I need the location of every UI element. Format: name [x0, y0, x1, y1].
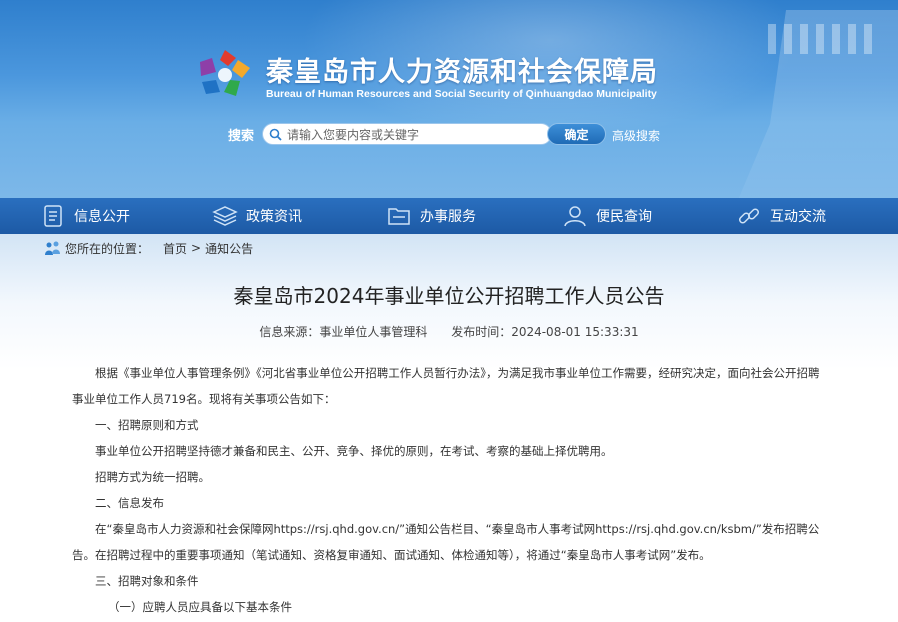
breadcrumb-prefix: 您所在的位置： [65, 241, 150, 256]
nav-item-label: 便民查询 [596, 209, 652, 225]
breadcrumb-separator: > [191, 241, 202, 255]
great-wall-battlement [768, 24, 878, 54]
nav-item-label: 办事服务 [420, 209, 476, 225]
link-icon [738, 208, 760, 224]
breadcrumb-current[interactable]: 通知公告 [205, 240, 253, 257]
article-meta: 信息来源：事业单位人事管理科 发布时间：2024-08-01 15:33:31 [0, 323, 898, 340]
nav-item-public-query[interactable]: 便民查询 [562, 198, 652, 234]
nav-item-label: 政策资讯 [246, 209, 302, 225]
article-body: 根据《事业单位人事管理条例》《河北省事业单位公开招聘工作人员暂行办法》，为满足我… [72, 360, 828, 620]
bureau-logo-icon[interactable] [198, 48, 252, 100]
search-input[interactable] [287, 126, 537, 143]
location-people-icon [45, 241, 60, 255]
layers-icon [212, 206, 238, 226]
search-label: 搜索 [228, 129, 255, 144]
article-publish-time: 发布时间：2024-08-01 15:33:31 [451, 325, 639, 339]
article-paragraph: 在“秦皇岛市人力资源和社会保障网https://rsj.qhd.gov.cn/”… [72, 522, 820, 562]
search-icon [269, 128, 282, 141]
site-title: 秦皇岛市人力资源和社会保障局 [266, 57, 658, 88]
breadcrumb-home-link[interactable]: 首页 [163, 240, 187, 257]
article-source: 信息来源：事业单位人事管理科 [259, 325, 428, 339]
search-submit-button[interactable]: 确定 [547, 123, 606, 145]
article-subsection-heading: （一）应聘人员应具备以下基本条件 [108, 600, 292, 614]
nav-item-interaction[interactable]: 互动交流 [736, 198, 826, 234]
site-subtitle: Bureau of Human Resources and Social Sec… [266, 88, 657, 100]
person-search-icon [564, 206, 586, 227]
article-section-heading: 一、招聘原则和方式 [95, 418, 199, 432]
advanced-search-link[interactable]: 高级搜索 [612, 127, 660, 144]
article-paragraph: 事业单位公开招聘坚持德才兼备和民主、公开、竞争、择优的原则，在考试、考察的基础上… [95, 444, 613, 458]
document-list-icon [44, 205, 62, 227]
article-paragraph: 招聘方式为统一招聘。 [95, 470, 210, 484]
article-section-heading: 二、信息发布 [95, 496, 164, 510]
breadcrumb: 您所在的位置： 首页 > 通知公告 [44, 238, 253, 258]
nav-item-info-disclosure[interactable]: 信息公开 [40, 198, 130, 234]
nav-item-label: 互动交流 [770, 209, 826, 225]
article-title: 秦皇岛市2024年事业单位公开招聘工作人员公告 [233, 284, 665, 308]
nav-item-label: 信息公开 [74, 209, 130, 225]
nav-item-services[interactable]: 办事服务 [386, 198, 476, 234]
article-paragraph: 根据《事业单位人事管理条例》《河北省事业单位公开招聘工作人员暂行办法》，为满足我… [72, 366, 820, 406]
main-nav: 信息公开 政策资讯 办事服务 便民查询 互动交流 [0, 198, 898, 234]
folder-icon [388, 208, 410, 225]
article-section-heading: 三、招聘对象和条件 [95, 574, 199, 588]
search-box[interactable] [262, 123, 552, 145]
site-header: 秦皇岛市人力资源和社会保障局 Bureau of Human Resources… [0, 0, 898, 198]
nav-item-policy-news[interactable]: 政策资讯 [212, 198, 302, 234]
